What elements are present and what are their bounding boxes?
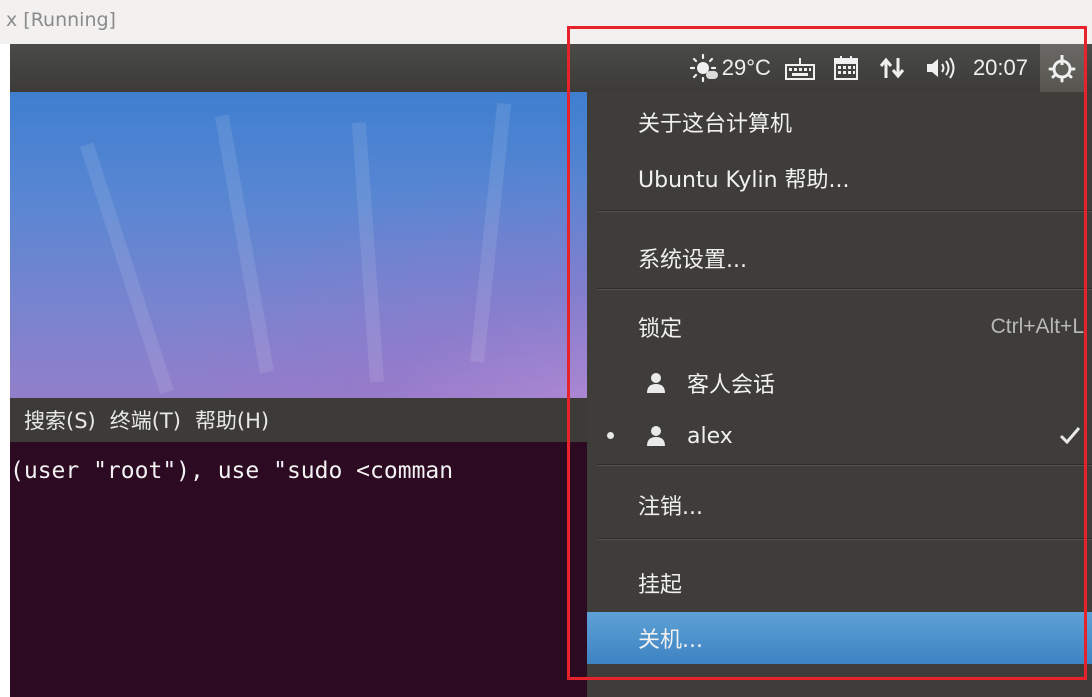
keyboard-indicator[interactable] — [784, 56, 815, 80]
user-icon — [647, 426, 665, 446]
weather-icon — [689, 53, 718, 83]
menu-item-guest-session[interactable]: 客人会话 — [587, 357, 1092, 409]
keyboard-icon — [784, 58, 815, 80]
menu-item-lock[interactable]: 锁定 Ctrl+Alt+L — [587, 301, 1092, 353]
menu-item-about[interactable]: 关于这台计算机 — [587, 96, 1092, 148]
menu-item-label: 挂起 — [638, 573, 683, 598]
volume-icon — [926, 57, 955, 79]
menu-item-shutdown[interactable]: 关机... — [587, 612, 1092, 664]
wallpaper-streak — [470, 102, 512, 363]
terminal-menu-terminal[interactable]: 终端(T) — [110, 405, 181, 435]
session-menu-button[interactable] — [1040, 44, 1084, 92]
top-panel: 29°C 20:07 — [10, 44, 1092, 92]
menu-item-help[interactable]: Ubuntu Kylin 帮助... — [587, 152, 1092, 204]
network-indicator[interactable] — [879, 56, 905, 80]
menu-separator — [597, 288, 1092, 289]
menu-item-label: 注销... — [638, 495, 703, 520]
checkmark-icon — [1059, 427, 1081, 445]
menu-item-suspend[interactable]: 挂起 — [587, 557, 1092, 609]
clock[interactable]: 20:07 — [973, 55, 1028, 81]
host-window-titlebar: x [Running] — [0, 0, 1092, 44]
volume-indicator[interactable] — [925, 55, 957, 81]
menu-item-label: 锁定 — [638, 317, 683, 342]
guest-screen: 29°C 20:07 搜索(S) 终端(T) 帮助(H) (user "root… — [10, 44, 1092, 697]
menu-item-system-settings[interactable]: 系统设置... — [587, 232, 1092, 284]
terminal-menu-help[interactable]: 帮助(H) — [195, 405, 269, 435]
active-user-bullet — [607, 432, 614, 439]
menu-separator — [597, 210, 1092, 211]
menu-item-label: 客人会话 — [687, 373, 776, 398]
lock-shortcut: Ctrl+Alt+L — [990, 315, 1084, 338]
menu-separator — [597, 464, 1092, 465]
wallpaper-streak — [79, 142, 174, 395]
menu-item-user-alex[interactable]: alex — [587, 410, 1092, 462]
menu-item-label: Ubuntu Kylin 帮助... — [638, 168, 850, 193]
wallpaper-streak — [351, 122, 384, 383]
terminal-menu-search[interactable]: 搜索(S) — [24, 405, 96, 435]
calendar-indicator[interactable] — [833, 55, 859, 81]
wallpaper-streak — [214, 114, 274, 374]
host-window-title: x [Running] — [6, 9, 116, 31]
network-icon — [879, 57, 905, 79]
weather-indicator[interactable]: 29°C — [689, 53, 771, 83]
menu-item-label: 关机... — [638, 628, 703, 653]
power-icon — [1048, 55, 1076, 83]
session-menu: 关于这台计算机 Ubuntu Kylin 帮助... 系统设置... 锁定 Ct… — [587, 92, 1092, 697]
user-icon — [647, 373, 665, 393]
calendar-icon — [833, 56, 858, 80]
terminal-output-line: (user "root"), use "sudo <comman — [10, 458, 454, 484]
menu-item-label: alex — [687, 423, 733, 449]
weather-temperature: 29°C — [721, 55, 771, 80]
menu-item-label: 关于这台计算机 — [638, 112, 793, 137]
menu-item-label: 系统设置... — [638, 248, 747, 273]
menu-item-logout[interactable]: 注销... — [587, 479, 1092, 531]
menu-separator — [597, 538, 1092, 539]
